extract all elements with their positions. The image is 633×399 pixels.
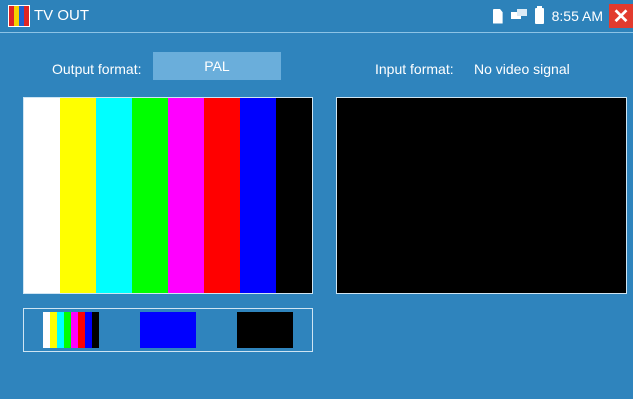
output-format-select[interactable]: PAL xyxy=(153,52,281,80)
input-format-value: No video signal xyxy=(474,61,570,77)
sd-card-icon xyxy=(492,8,503,24)
thumb-color-bar-6 xyxy=(78,312,85,348)
pattern-thumbnail-strip xyxy=(23,308,313,352)
thumb-color-bar-2 xyxy=(50,312,57,348)
thumb-color-bar-7 xyxy=(85,312,92,348)
clock: 8:55 AM xyxy=(551,8,603,24)
tv-out-app-icon xyxy=(8,5,30,27)
input-format-label: Input format: xyxy=(375,61,454,77)
battery-icon xyxy=(534,6,544,24)
output-format-label: Output format: xyxy=(52,61,142,77)
color-bar-2 xyxy=(60,98,96,293)
thumb-color-bar-1 xyxy=(43,312,50,348)
output-format-value: PAL xyxy=(204,58,230,74)
color-bars-thumbnail[interactable] xyxy=(43,312,99,348)
thumb-color-bar-4 xyxy=(64,312,71,348)
thumb-color-bar-8 xyxy=(92,312,99,348)
output-preview-panel xyxy=(23,97,313,294)
color-bar-8 xyxy=(276,98,312,293)
color-bar-4 xyxy=(132,98,168,293)
input-video-panel xyxy=(336,97,627,294)
close-icon: ✕ xyxy=(612,5,630,28)
thumb-color-bar-5 xyxy=(71,312,78,348)
color-bar-5 xyxy=(168,98,204,293)
thumb-color-bar-3 xyxy=(57,312,64,348)
color-bar-7 xyxy=(240,98,276,293)
status-bar: 8:55 AM ✕ xyxy=(492,4,633,28)
color-bar-6 xyxy=(204,98,240,293)
title-bar: TV OUT 8:55 AM ✕ xyxy=(0,0,633,32)
color-bar-3 xyxy=(96,98,132,293)
network-icon xyxy=(510,7,527,25)
close-button[interactable]: ✕ xyxy=(609,4,633,28)
black-pattern-thumbnail[interactable] xyxy=(237,312,293,348)
app-title: TV OUT xyxy=(34,7,89,24)
color-bar-1 xyxy=(24,98,60,293)
blue-pattern-thumbnail[interactable] xyxy=(140,312,196,348)
color-bars-preview xyxy=(24,98,312,293)
title-divider xyxy=(0,32,633,33)
